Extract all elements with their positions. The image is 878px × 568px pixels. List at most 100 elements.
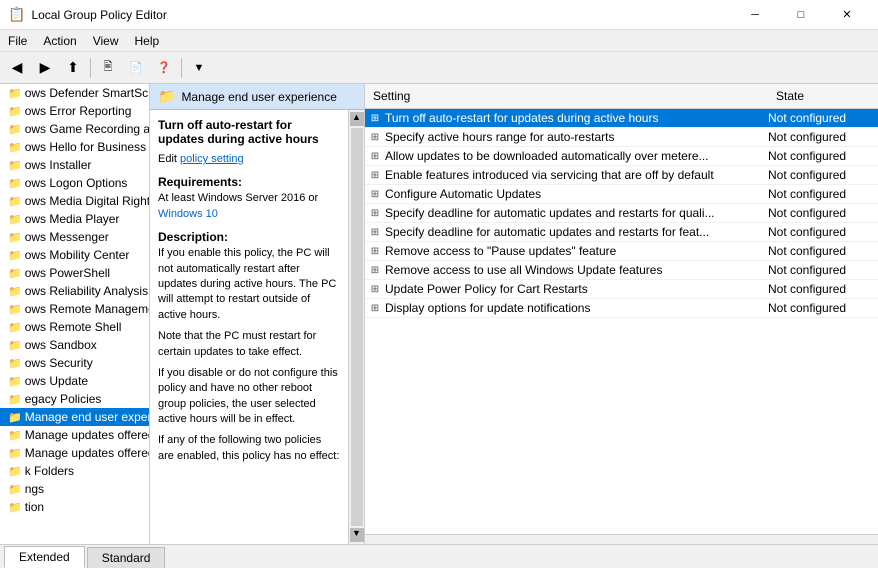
horizontal-scrollbar[interactable] xyxy=(365,534,878,544)
setting-row[interactable]: ⊞ Specify deadline for automatic updates… xyxy=(365,223,878,242)
middle-panel-inner: Turn off auto-restart for updates during… xyxy=(150,110,364,544)
setting-name: Configure Automatic Updates xyxy=(385,187,768,201)
disable-text: If you disable or do not configure this … xyxy=(158,366,340,428)
forward-button[interactable]: ▶ xyxy=(32,56,58,80)
right-panel: Setting State ⊞ Turn off auto-restart fo… xyxy=(365,84,878,544)
policy-title: Turn off auto-restart for updates during… xyxy=(158,118,340,146)
sidebar-item-game-recording[interactable]: 📁 ows Game Recording an xyxy=(0,120,149,138)
sidebar-item-remote-mgmt[interactable]: 📁 ows Remote Manageme xyxy=(0,300,149,318)
setting-icon: ⊞ xyxy=(365,113,385,124)
sidebar-item-label: Manage updates offered f xyxy=(25,446,149,460)
setting-state: Not configured xyxy=(768,244,878,258)
folder-icon: 📁 xyxy=(8,141,22,154)
sidebar-item-hello[interactable]: 📁 ows Hello for Business xyxy=(0,138,149,156)
folder-icon: 📁 xyxy=(8,411,22,424)
sidebar-item-label: ows Installer xyxy=(25,158,92,172)
close-button[interactable]: ✕ xyxy=(824,0,870,30)
sidebar-item-ngs[interactable]: 📁 ngs xyxy=(0,480,149,498)
sidebar-item-logon[interactable]: 📁 ows Logon Options xyxy=(0,174,149,192)
sidebar-item-label: ows PowerShell xyxy=(25,266,110,280)
setting-row[interactable]: ⊞ Specify active hours range for auto-re… xyxy=(365,128,878,147)
sidebar-item-mobility[interactable]: 📁 ows Mobility Center xyxy=(0,246,149,264)
sidebar-item-messenger[interactable]: 📁 ows Messenger xyxy=(0,228,149,246)
properties-button[interactable]: 📄 xyxy=(123,56,149,80)
menu-view[interactable]: View xyxy=(85,32,127,50)
menu-action[interactable]: Action xyxy=(35,32,84,50)
scroll-up-btn[interactable]: ▲ xyxy=(350,112,364,126)
setting-row[interactable]: ⊞ Configure Automatic Updates Not config… xyxy=(365,185,878,204)
if-any-text: If any of the following two policies are… xyxy=(158,433,340,464)
sidebar-item-smartscreen[interactable]: 📁 ows Defender SmartScre xyxy=(0,84,149,102)
menu-file[interactable]: File xyxy=(0,32,35,50)
sidebar-item-security[interactable]: 📁 ows Security xyxy=(0,354,149,372)
back-button[interactable]: ◀ xyxy=(4,56,30,80)
sidebar-item-label: ows Mobility Center xyxy=(25,248,130,262)
scroll-down-btn[interactable]: ▼ xyxy=(350,528,364,542)
sidebar-item-manage-updates-1[interactable]: 📁 Manage updates offered f xyxy=(0,426,149,444)
folder-header-icon: 📁 xyxy=(158,88,175,105)
sidebar-item-powershell[interactable]: 📁 ows PowerShell xyxy=(0,264,149,282)
sidebar-item-digital-rights[interactable]: 📁 ows Media Digital Right: xyxy=(0,192,149,210)
sidebar-item-remote-shell[interactable]: 📁 ows Remote Shell xyxy=(0,318,149,336)
setting-icon: ⊞ xyxy=(365,208,385,219)
setting-row[interactable]: ⊞ Allow updates to be downloaded automat… xyxy=(365,147,878,166)
setting-row[interactable]: ⊞ Turn off auto-restart for updates duri… xyxy=(365,109,878,128)
folder-icon: 📁 xyxy=(8,447,22,460)
setting-name: Turn off auto-restart for updates during… xyxy=(385,111,768,125)
description-text: If you enable this policy, the PC will n… xyxy=(158,246,340,323)
setting-icon: ⊞ xyxy=(365,132,385,143)
middle-content: Turn off auto-restart for updates during… xyxy=(150,110,348,544)
folder-icon: 📁 xyxy=(8,249,22,262)
setting-state: Not configured xyxy=(768,111,878,125)
sidebar-item-legacy[interactable]: 📁 egacy Policies xyxy=(0,390,149,408)
setting-row[interactable]: ⊞ Enable features introduced via servici… xyxy=(365,166,878,185)
app-title: Local Group Policy Editor xyxy=(31,8,166,22)
sidebar-item-media-player[interactable]: 📁 ows Media Player xyxy=(0,210,149,228)
col-header-state: State xyxy=(768,87,878,105)
folder-icon: 📁 xyxy=(8,177,22,190)
tab-standard[interactable]: Standard xyxy=(87,547,166,568)
menu-bar: File Action View Help xyxy=(0,30,878,52)
setting-icon: ⊞ xyxy=(365,227,385,238)
requirements-text: At least Windows Server 2016 or Windows … xyxy=(158,191,340,222)
tab-extended[interactable]: Extended xyxy=(4,546,85,568)
folder-header: 📁 Manage end user experience xyxy=(150,84,364,110)
minimize-button[interactable]: ─ xyxy=(732,0,778,30)
filter-button[interactable]: ▼ xyxy=(186,56,212,80)
sidebar-item-installer[interactable]: 📁 ows Installer xyxy=(0,156,149,174)
setting-row[interactable]: ⊞ Specify deadline for automatic updates… xyxy=(365,204,878,223)
sidebar-item-label: ows Sandbox xyxy=(25,338,97,352)
folder-icon: 📁 xyxy=(8,375,22,388)
up-button[interactable]: ⬆ xyxy=(60,56,86,80)
sidebar-item-error-reporting[interactable]: 📁 ows Error Reporting xyxy=(0,102,149,120)
folder-icon: 📁 xyxy=(8,105,22,118)
setting-row[interactable]: ⊞ Display options for update notificatio… xyxy=(365,299,878,318)
setting-row[interactable]: ⊞ Remove access to use all Windows Updat… xyxy=(365,261,878,280)
setting-row[interactable]: ⊞ Remove access to "Pause updates" featu… xyxy=(365,242,878,261)
sidebar-item-manage-end-user[interactable]: 📁 Manage end user experie xyxy=(0,408,149,426)
main-container: 📁 ows Defender SmartScre 📁 ows Error Rep… xyxy=(0,84,878,544)
setting-row[interactable]: ⊞ Update Power Policy for Cart Restarts … xyxy=(365,280,878,299)
sidebar-item-tion[interactable]: 📁 tion xyxy=(0,498,149,516)
middle-panel: 📁 Manage end user experience Turn off au… xyxy=(150,84,365,544)
folder-icon: 📁 xyxy=(8,339,22,352)
sidebar-item-reliability[interactable]: 📁 ows Reliability Analysis xyxy=(0,282,149,300)
win10-highlight: Windows 10 xyxy=(158,208,218,220)
folder-icon: 📁 xyxy=(8,303,22,316)
right-header: Setting State xyxy=(365,84,878,109)
middle-scrollbar[interactable]: ▲ ▼ xyxy=(348,110,364,544)
sidebar-item-update[interactable]: 📁 ows Update xyxy=(0,372,149,390)
folder-icon: 📁 xyxy=(8,357,22,370)
menu-help[interactable]: Help xyxy=(127,32,168,50)
policy-setting-link[interactable]: policy setting xyxy=(180,153,244,165)
sidebar-item-manage-updates-2[interactable]: 📁 Manage updates offered f xyxy=(0,444,149,462)
sidebar-item-sandbox[interactable]: 📁 ows Sandbox xyxy=(0,336,149,354)
show-hide-button[interactable]: 🖹 xyxy=(95,56,121,80)
folder-icon: 📁 xyxy=(8,429,22,442)
maximize-button[interactable]: □ xyxy=(778,0,824,30)
settings-list: ⊞ Turn off auto-restart for updates duri… xyxy=(365,109,878,534)
help-button[interactable]: ❓ xyxy=(151,56,177,80)
sidebar-item-k-folders[interactable]: 📁 k Folders xyxy=(0,462,149,480)
setting-name: Display options for update notifications xyxy=(385,301,768,315)
sidebar-item-label: Manage updates offered f xyxy=(25,428,149,442)
